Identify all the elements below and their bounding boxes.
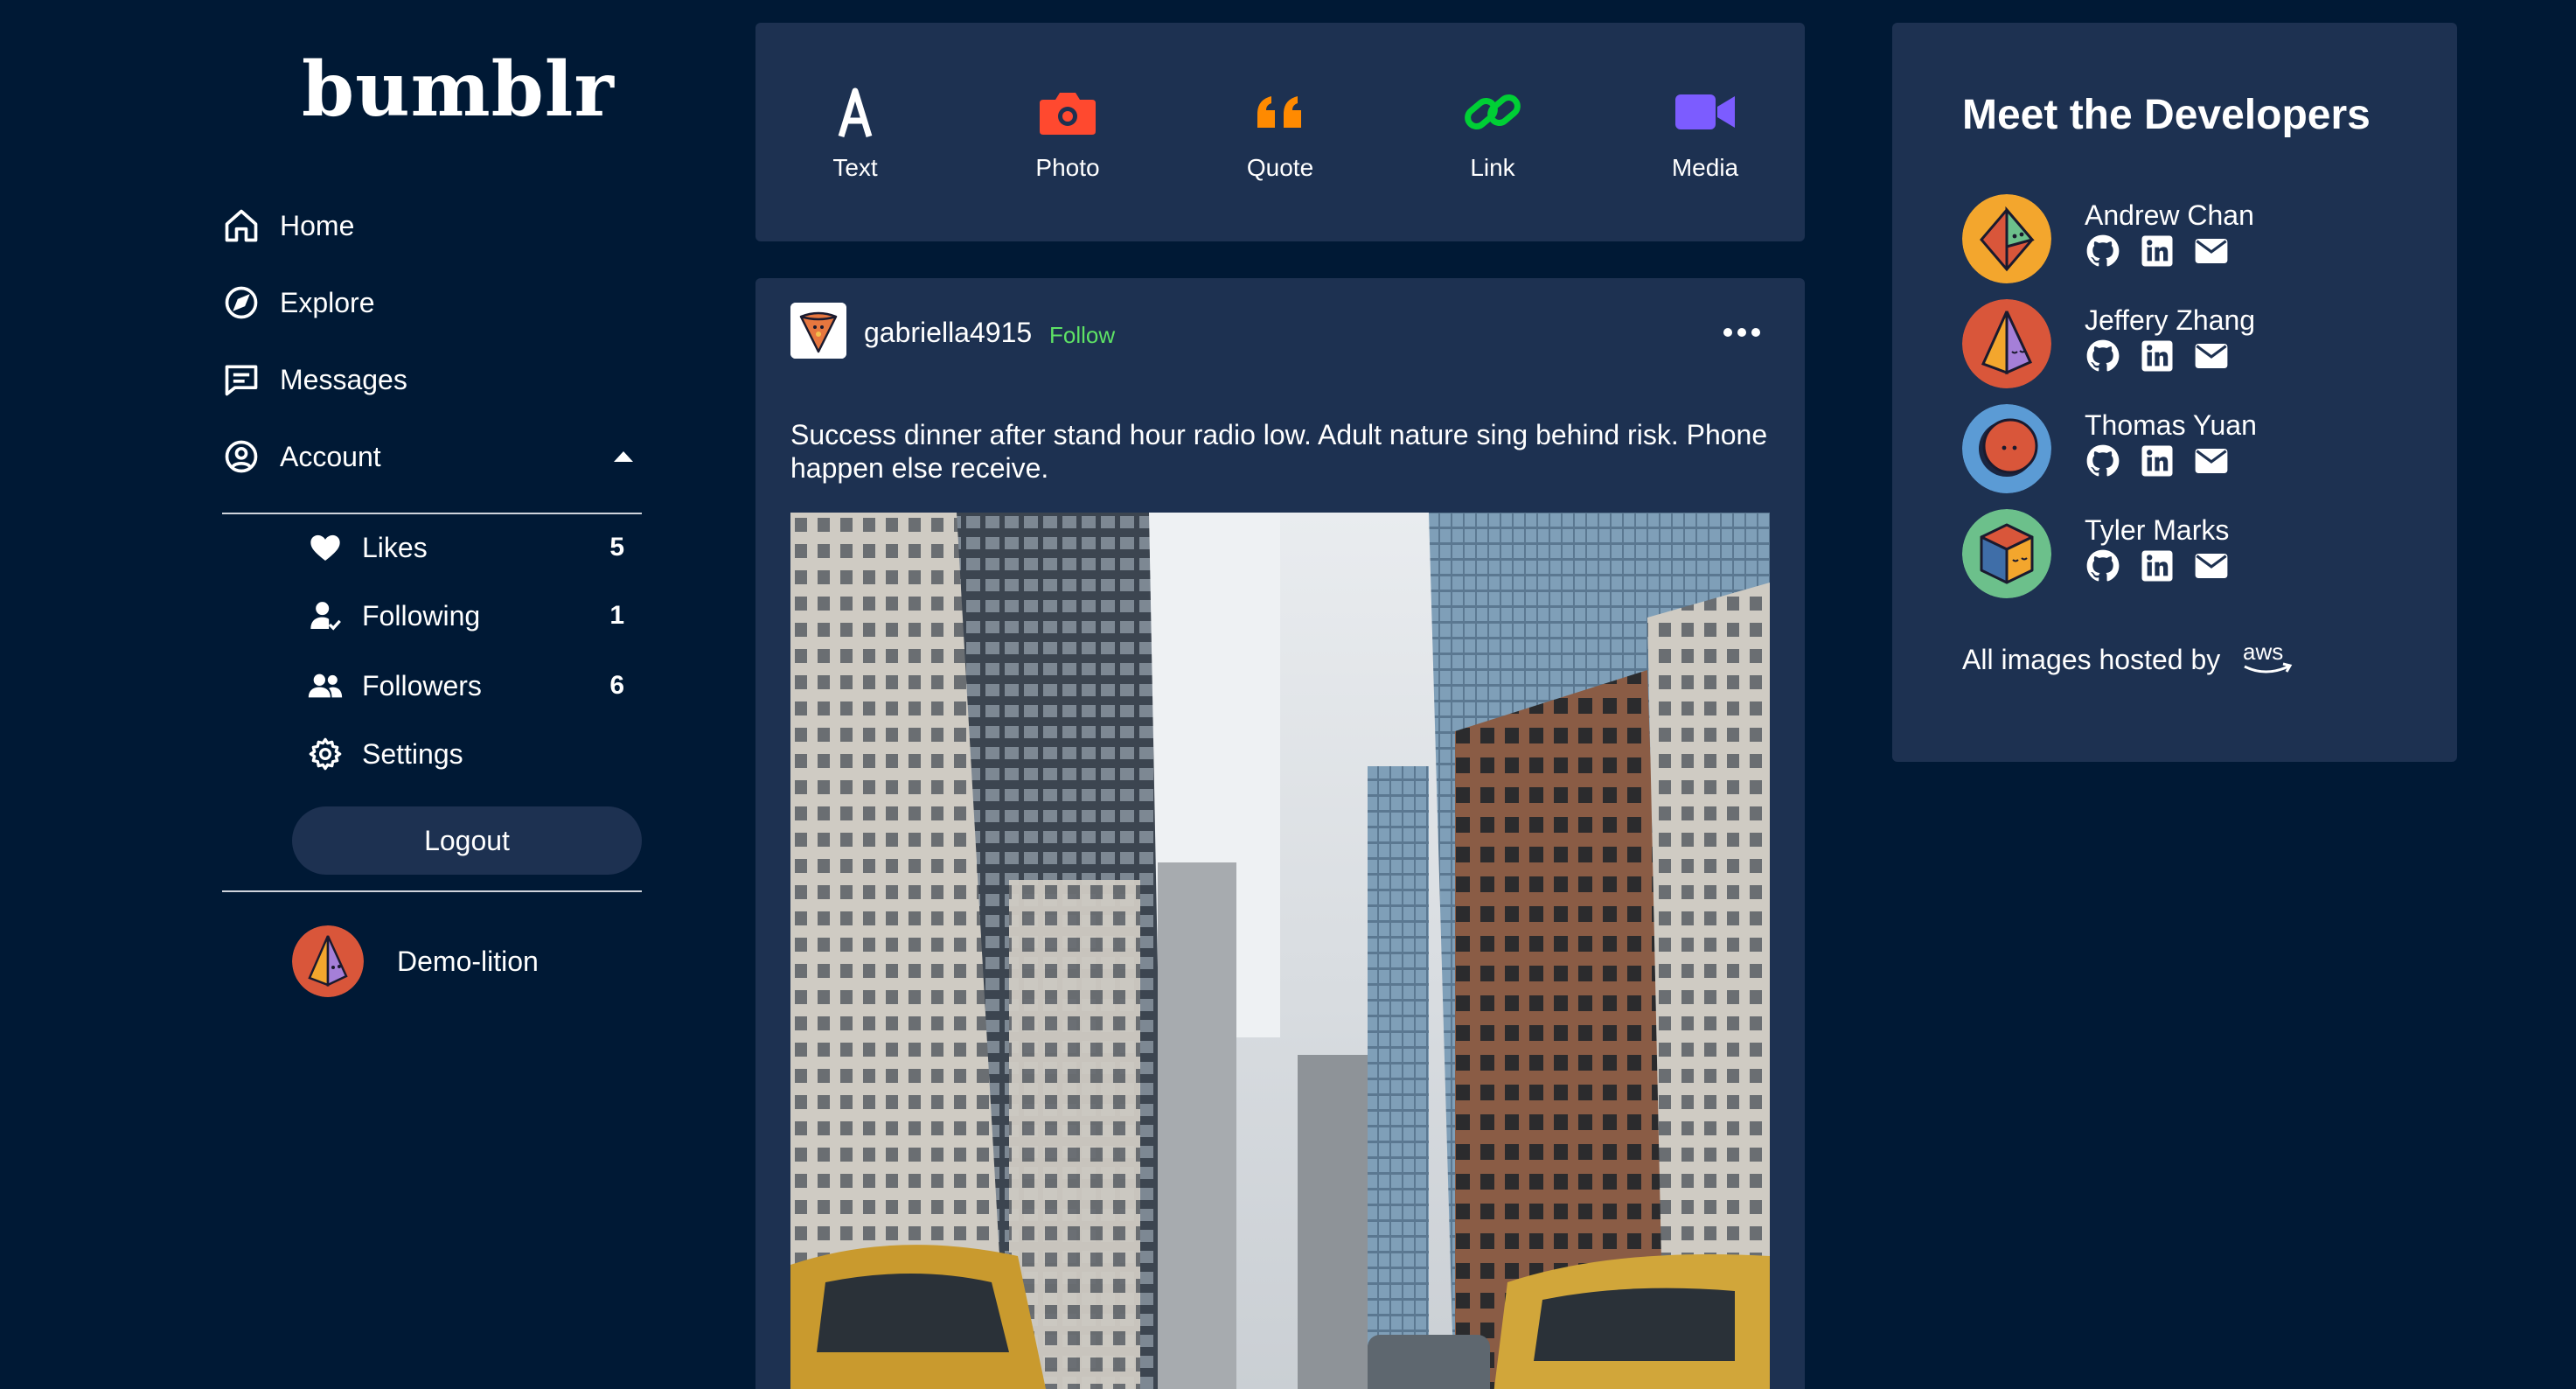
svg-text:aws: aws xyxy=(2243,639,2283,665)
nav-home-label: Home xyxy=(280,209,355,241)
developer-links xyxy=(2085,443,2230,479)
post-photo[interactable] xyxy=(790,513,1770,1389)
hosting-credit-label: All images hosted by xyxy=(1962,643,2221,675)
current-user[interactable]: Demo-lition xyxy=(292,925,539,997)
email-icon[interactable] xyxy=(2193,548,2230,584)
developer-card: Andrew Chan xyxy=(1962,194,2399,285)
account-menu-settings[interactable]: Settings xyxy=(308,729,631,778)
post-type-quote[interactable]: Quote xyxy=(1219,79,1341,182)
caret-up-icon[interactable] xyxy=(612,448,635,465)
likes-count: 5 xyxy=(609,533,624,562)
likes-label: Likes xyxy=(362,531,428,563)
nav-explore-label: Explore xyxy=(280,286,375,318)
more-options-icon[interactable] xyxy=(1723,327,1761,338)
app-root: bumblr Home Explore Messages Account Lik… xyxy=(0,0,2576,1389)
post-card: gabriella4915 Follow Success dinner afte… xyxy=(755,278,1805,1389)
developers-panel: Meet the Developers Andrew Chan Jeffery … xyxy=(1892,23,2457,762)
compass-icon xyxy=(225,286,258,319)
heart-icon xyxy=(310,534,340,561)
nav-messages[interactable]: Messages xyxy=(222,353,407,406)
account-menu-followers[interactable]: Followers 6 xyxy=(308,661,631,710)
settings-label: Settings xyxy=(362,737,463,770)
text-icon xyxy=(838,87,873,138)
video-icon xyxy=(1675,94,1735,129)
developer-name: Thomas Yuan xyxy=(2085,409,2257,441)
divider xyxy=(222,890,642,892)
github-icon[interactable] xyxy=(2085,233,2121,269)
link-icon xyxy=(1465,94,1521,129)
avatar xyxy=(1962,194,2051,283)
post-type-quote-label: Quote xyxy=(1246,154,1314,181)
post-type-bar: Text Photo Quote Link Media xyxy=(755,23,1805,241)
following-count: 1 xyxy=(609,601,624,630)
current-user-name: Demo-lition xyxy=(397,945,539,977)
user-circle-icon xyxy=(225,440,258,473)
post-type-text[interactable]: Text xyxy=(794,79,916,182)
developer-links xyxy=(2085,233,2230,269)
gear-icon xyxy=(309,737,342,771)
post-body: Success dinner after stand hour radio lo… xyxy=(790,419,1768,484)
home-icon xyxy=(225,209,258,242)
aws-logo-icon[interactable]: aws xyxy=(2239,639,2295,681)
developer-name: Tyler Marks xyxy=(2085,514,2230,546)
linkedin-icon[interactable] xyxy=(2139,233,2176,269)
quote-icon xyxy=(1257,96,1301,128)
following-label: Following xyxy=(362,599,481,632)
developer-name: Jeffery Zhang xyxy=(2085,304,2256,336)
camera-icon xyxy=(1040,93,1096,135)
nav-account-label: Account xyxy=(280,440,381,472)
nav-messages-label: Messages xyxy=(280,363,407,395)
post-type-photo-label: Photo xyxy=(1035,154,1100,181)
nav-explore[interactable]: Explore xyxy=(222,276,375,329)
followers-count: 6 xyxy=(609,671,624,700)
linkedin-icon[interactable] xyxy=(2139,443,2176,479)
logout-button[interactable]: Logout xyxy=(292,806,642,875)
nav-home[interactable]: Home xyxy=(222,199,354,252)
account-menu-likes[interactable]: Likes 5 xyxy=(308,523,631,572)
post-type-link-label: Link xyxy=(1470,154,1515,181)
nav-account[interactable]: Account xyxy=(222,430,381,483)
developer-name: Andrew Chan xyxy=(2085,199,2254,231)
users-icon xyxy=(308,674,343,698)
developer-card: Thomas Yuan xyxy=(1962,404,2399,495)
email-icon[interactable] xyxy=(2193,338,2230,374)
developer-links xyxy=(2085,338,2230,374)
developer-card: Tyler Marks xyxy=(1962,509,2399,600)
avatar xyxy=(1962,404,2051,493)
linkedin-icon[interactable] xyxy=(2139,338,2176,374)
email-icon[interactable] xyxy=(2193,233,2230,269)
github-icon[interactable] xyxy=(2085,443,2121,479)
post-type-photo[interactable]: Photo xyxy=(1006,79,1129,182)
post-type-media[interactable]: Media xyxy=(1644,79,1766,182)
avatar xyxy=(1962,299,2051,388)
message-icon xyxy=(225,365,258,396)
follow-button[interactable]: Follow xyxy=(1049,322,1115,349)
post-author-username[interactable]: gabriella4915 xyxy=(864,317,1032,349)
post-type-media-label: Media xyxy=(1671,154,1739,181)
post-type-text-label: Text xyxy=(832,154,878,181)
post-author-avatar[interactable] xyxy=(790,303,846,359)
avatar xyxy=(292,925,364,997)
email-icon[interactable] xyxy=(2193,443,2230,479)
app-logo[interactable]: bumblr xyxy=(302,45,615,134)
avatar xyxy=(1962,509,2051,598)
account-menu-following[interactable]: Following 1 xyxy=(308,591,631,640)
followers-label: Followers xyxy=(362,669,482,701)
linkedin-icon[interactable] xyxy=(2139,548,2176,584)
post-type-link[interactable]: Link xyxy=(1431,79,1554,182)
github-icon[interactable] xyxy=(2085,338,2121,374)
developers-title: Meet the Developers xyxy=(1962,92,2371,138)
github-icon[interactable] xyxy=(2085,548,2121,584)
developer-card: Jeffery Zhang xyxy=(1962,299,2399,390)
hosting-credit: All images hosted by aws xyxy=(1962,639,2295,681)
user-check-icon xyxy=(310,602,341,631)
divider xyxy=(222,513,642,514)
developer-links xyxy=(2085,548,2230,584)
